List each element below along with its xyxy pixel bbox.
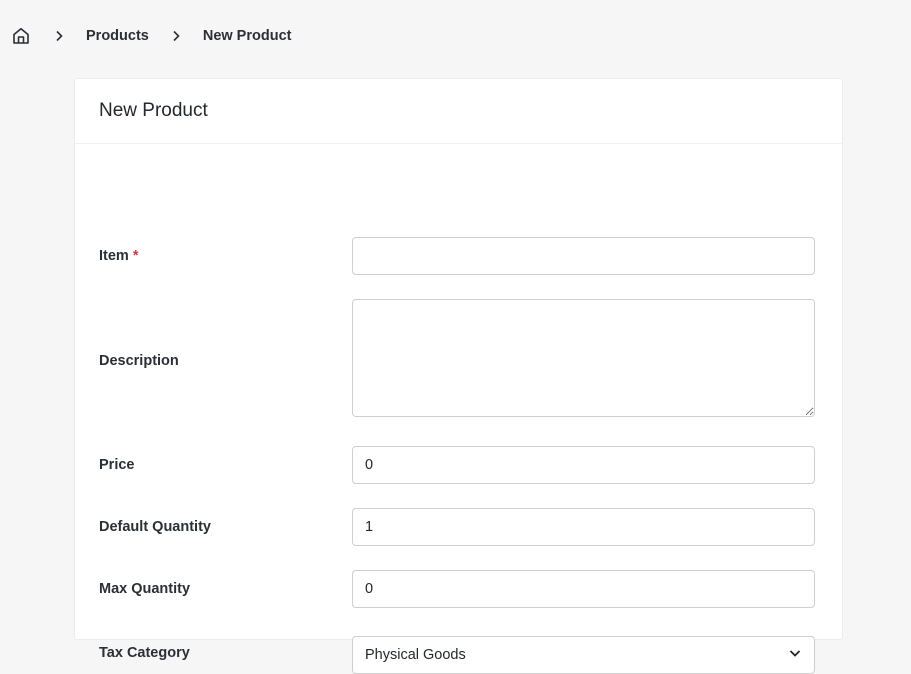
item-input[interactable] bbox=[352, 237, 815, 275]
item-label: Item * bbox=[99, 248, 139, 264]
home-icon[interactable] bbox=[10, 25, 32, 47]
max-quantity-input[interactable] bbox=[352, 570, 815, 608]
tax-category-label: Tax Category bbox=[99, 645, 190, 661]
form-title: New Product bbox=[75, 79, 842, 144]
tax-category-select[interactable]: Physical Goods bbox=[352, 636, 815, 674]
chevron-down-icon bbox=[788, 646, 802, 664]
breadcrumb: Products New Product bbox=[10, 24, 291, 48]
tax-category-selected-value: Physical Goods bbox=[365, 647, 466, 663]
description-label: Description bbox=[99, 353, 179, 369]
description-textarea[interactable] bbox=[352, 299, 815, 417]
new-product-form-card: New Product Item* Description Price Defa… bbox=[74, 78, 843, 674]
chevron-right-icon bbox=[52, 29, 66, 43]
price-input[interactable] bbox=[352, 446, 815, 484]
breadcrumb-products-link[interactable]: Products bbox=[86, 28, 149, 44]
max-quantity-label: Max Quantity bbox=[99, 581, 191, 597]
required-marker: * bbox=[132, 248, 139, 264]
default-quantity-label: Default Quantity bbox=[99, 519, 211, 535]
breadcrumb-current-page: New Product bbox=[202, 28, 292, 44]
price-label: Price bbox=[99, 457, 135, 473]
chevron-right-icon bbox=[169, 29, 183, 43]
default-quantity-input[interactable] bbox=[352, 508, 815, 546]
